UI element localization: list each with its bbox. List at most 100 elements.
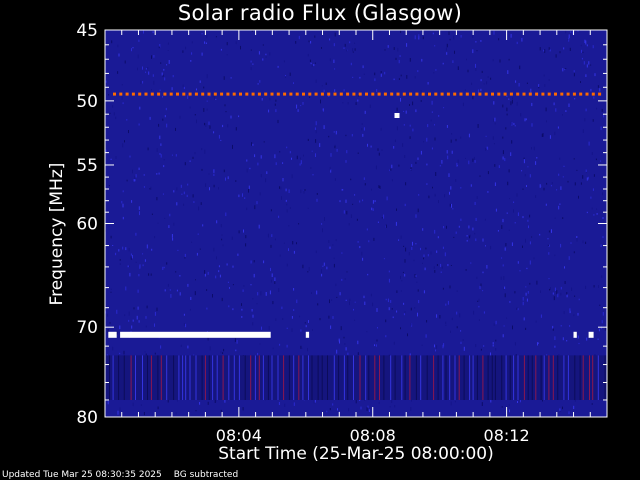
noise-speck (349, 41, 351, 44)
noise-speck (483, 311, 485, 314)
noise-speck (304, 322, 306, 324)
noise-speck (412, 128, 414, 132)
noise-speck (187, 345, 189, 349)
interference-dot (365, 92, 368, 96)
noise-speck (254, 205, 256, 210)
noise-speck (393, 341, 395, 345)
noise-speck (404, 259, 406, 263)
noise-speck (348, 408, 350, 412)
noise-speck (207, 401, 209, 405)
noise-speck (154, 352, 156, 355)
noise-speck (355, 399, 357, 404)
band-striation (118, 355, 120, 400)
band-striation (365, 355, 367, 400)
noise-speck (324, 217, 325, 221)
noise-speck (410, 167, 412, 171)
lower-band (105, 355, 607, 400)
noise-speck (548, 79, 550, 81)
noise-speck (593, 285, 595, 288)
noise-speck (130, 253, 132, 256)
noise-speck (377, 148, 379, 151)
noise-speck (434, 229, 436, 234)
noise-speck (275, 109, 277, 113)
noise-speck (154, 323, 155, 327)
interference-dot (125, 92, 129, 96)
noise-speck (410, 169, 412, 171)
interference-dot (396, 92, 400, 96)
noise-speck (352, 48, 354, 52)
band-striation (374, 355, 376, 400)
noise-speck (504, 286, 506, 290)
noise-speck (353, 308, 354, 311)
noise-speck (119, 325, 121, 330)
interference-dot (194, 92, 198, 96)
noise-speck (138, 123, 140, 126)
noise-speck (580, 182, 582, 185)
noise-speck (480, 40, 482, 42)
noise-speck (536, 280, 538, 285)
noise-speck (175, 271, 177, 273)
noise-speck (270, 244, 272, 248)
band-striation (491, 355, 493, 400)
noise-speck (569, 47, 571, 51)
noise-speck (471, 82, 473, 85)
noise-speck (295, 41, 297, 44)
noise-speck (107, 400, 109, 405)
noise-speck (479, 175, 481, 177)
noise-speck (389, 169, 391, 172)
noise-speck (543, 187, 545, 191)
noise-speck (165, 107, 167, 111)
noise-speck (430, 251, 432, 255)
noise-speck (204, 273, 206, 277)
noise-speck (504, 293, 506, 298)
noise-speck (474, 160, 476, 163)
noise-speck (523, 159, 525, 164)
noise-speck (115, 156, 117, 159)
noise-speck (562, 337, 564, 341)
noise-speck (166, 262, 168, 265)
noise-speck (507, 181, 509, 186)
noise-speck (513, 201, 515, 203)
noise-speck (443, 226, 445, 229)
band-striation (283, 355, 285, 400)
noise-speck (560, 286, 562, 290)
noise-speck (468, 133, 470, 138)
noise-speck (299, 163, 301, 166)
band-striation (359, 355, 361, 400)
noise-speck (159, 89, 161, 92)
noise-speck (531, 147, 532, 150)
noise-speck (204, 41, 206, 44)
interference-dot (176, 92, 179, 96)
noise-speck (560, 292, 562, 296)
noise-speck (578, 298, 580, 301)
noise-speck (289, 207, 291, 209)
band-striation (597, 355, 599, 400)
noise-speck (258, 51, 260, 55)
noise-speck (514, 222, 516, 224)
noise-speck (563, 311, 565, 315)
noise-speck (410, 407, 412, 411)
noise-speck (344, 43, 346, 47)
y-tick-label: 80 (76, 408, 98, 428)
noise-speck (124, 314, 126, 317)
noise-speck (511, 140, 513, 144)
noise-speck (372, 208, 374, 211)
noise-speck (400, 275, 401, 280)
noise-speck (138, 39, 140, 42)
noise-speck (395, 57, 397, 60)
noise-speck (296, 104, 298, 109)
interference-dot (119, 92, 123, 96)
noise-speck (154, 311, 156, 316)
noise-speck (311, 150, 313, 152)
noise-speck (433, 72, 435, 74)
noise-speck (189, 308, 191, 311)
noise-speck (568, 411, 570, 415)
noise-speck (341, 252, 343, 254)
noise-speck (216, 220, 218, 224)
noise-speck (512, 325, 513, 330)
noise-speck (125, 286, 127, 291)
noise-speck (237, 253, 239, 256)
noise-speck (214, 400, 216, 403)
noise-speck (277, 119, 279, 124)
noise-speck (492, 342, 494, 345)
